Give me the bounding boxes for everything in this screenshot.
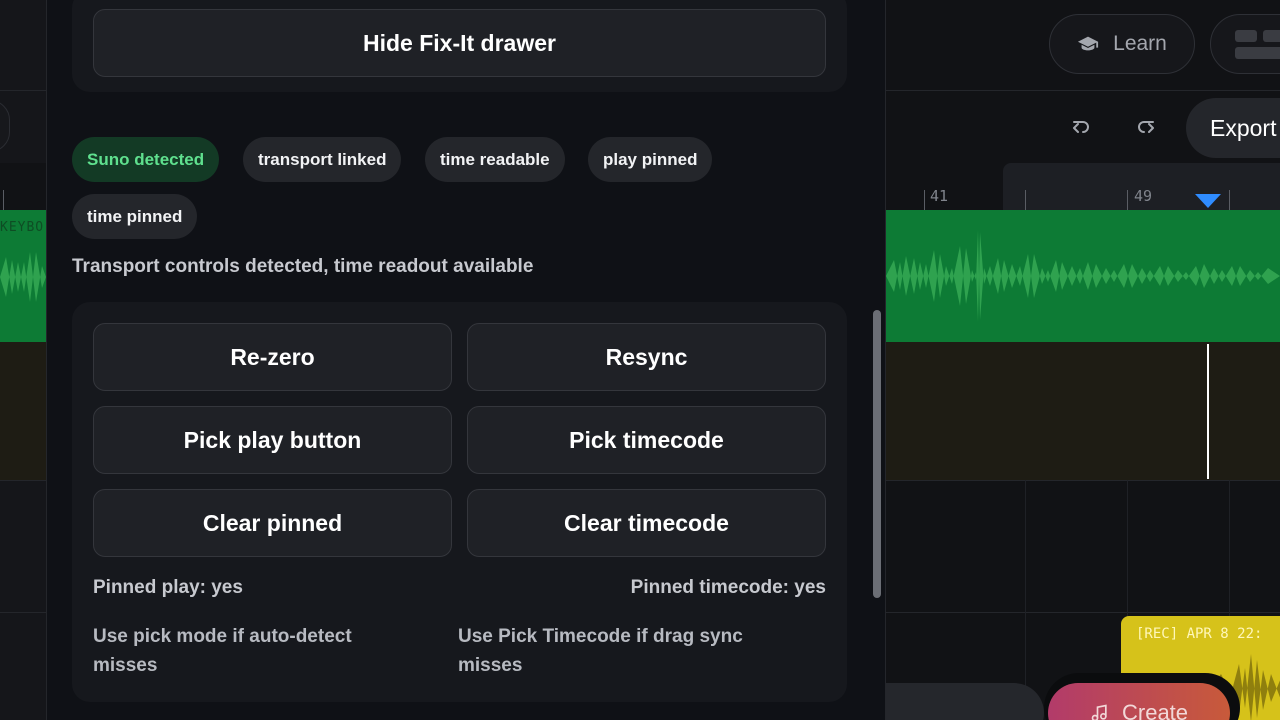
- drawer-scrollbar[interactable]: [873, 310, 881, 598]
- detection-status-text: Transport controls detected, time readou…: [72, 256, 534, 277]
- pick-play-button[interactable]: Pick play button: [93, 406, 452, 474]
- rezero-button[interactable]: Re-zero: [93, 323, 452, 391]
- export-label: Export: [1210, 114, 1277, 141]
- export-button[interactable]: Export: [1186, 98, 1280, 158]
- clear-pinned-button[interactable]: Clear pinned: [93, 489, 452, 557]
- ruler-label: 41: [930, 187, 949, 205]
- playhead-marker[interactable]: [1195, 194, 1221, 208]
- ruler-tick: [924, 190, 925, 210]
- create-button[interactable]: Create: [1048, 683, 1230, 720]
- pinned-play-status: Pinned play: yes: [93, 577, 243, 598]
- pinned-timecode-status: Pinned timecode: yes: [630, 577, 826, 598]
- drawer-header-card: Hide Fix-It drawer: [72, 0, 847, 92]
- playhead-line: [1207, 344, 1209, 479]
- ruler-tick: [1127, 190, 1128, 210]
- status-chip-play-pinned: play pinned: [588, 137, 713, 182]
- music-note-icon: [1091, 704, 1107, 720]
- learn-button[interactable]: Learn: [1049, 14, 1195, 74]
- learn-label: Learn: [1113, 32, 1167, 55]
- ruler-tick: [3, 190, 4, 210]
- grid-icon-cell: [1235, 47, 1280, 59]
- controls-card: Re-zero Resync Pick play button Pick tim…: [72, 302, 847, 702]
- status-chip-transport-linked: transport linked: [243, 137, 402, 182]
- create-label: Create: [1122, 700, 1189, 720]
- undo-icon[interactable]: [1069, 116, 1093, 140]
- clip-label: [REC] APR 8 22:: [1136, 626, 1263, 642]
- waveform: [886, 230, 1280, 322]
- pick-timecode-hint: Use Pick Timecode if drag sync misses: [458, 626, 743, 676]
- layout-grid-button[interactable]: [1210, 14, 1280, 74]
- pick-timecode-button[interactable]: Pick timecode: [467, 406, 826, 474]
- fix-it-drawer: Hide Fix-It drawer Suno detected transpo…: [46, 0, 886, 720]
- ruler-tick: [1025, 190, 1026, 210]
- status-chip-time-readable: time readable: [425, 137, 565, 182]
- status-chip-time-pinned: time pinned: [72, 194, 198, 239]
- grid-icon-cell: [1263, 30, 1280, 42]
- left-edge-button[interactable]: [0, 100, 10, 152]
- ruler-label: 49: [1134, 187, 1153, 205]
- grid-line: [1025, 480, 1026, 720]
- resync-button[interactable]: Resync: [467, 323, 826, 391]
- grid-icon: [1235, 30, 1257, 42]
- status-chip-suno-detected: Suno detected: [72, 137, 220, 182]
- ruler-tick: [1229, 190, 1230, 210]
- redo-icon[interactable]: [1134, 116, 1158, 140]
- hide-drawer-button[interactable]: Hide Fix-It drawer: [93, 9, 826, 77]
- bottom-bar-pill[interactable]: [886, 683, 1044, 720]
- graduation-cap-icon: [1078, 36, 1099, 51]
- clear-timecode-button[interactable]: Clear timecode: [467, 489, 826, 557]
- pick-mode-hint: Use pick mode if auto-detect misses: [93, 626, 352, 676]
- waveform-left: [0, 252, 46, 302]
